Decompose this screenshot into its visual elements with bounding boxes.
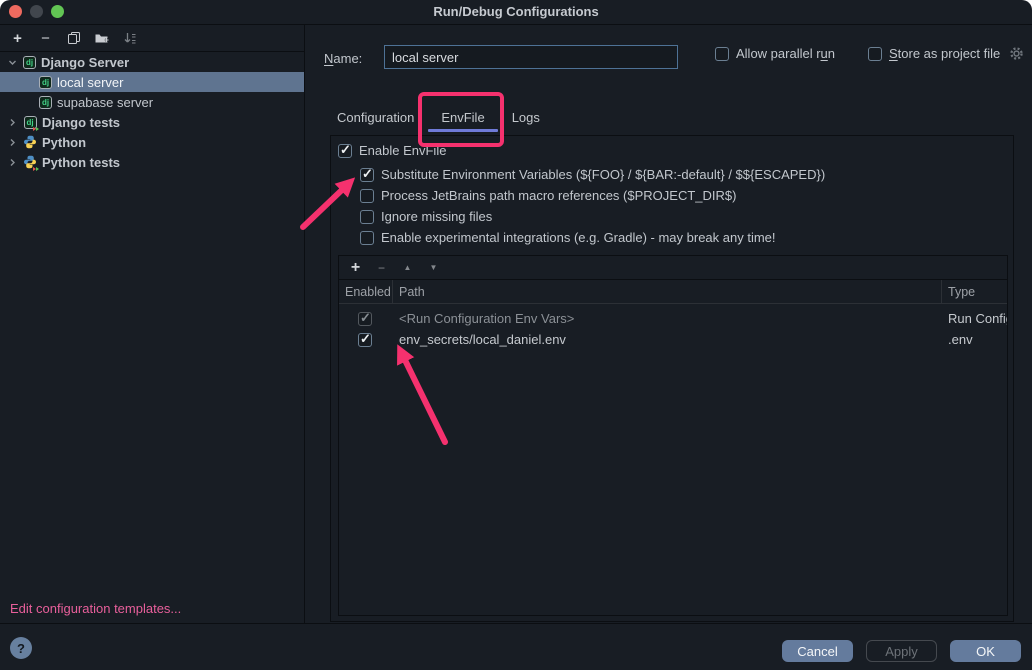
zoom-window-button[interactable] — [51, 5, 64, 18]
new-folder-button[interactable] — [94, 31, 109, 45]
env-files-toolbar: + − ▲ ▼ — [339, 256, 1007, 280]
django-icon: dj — [23, 56, 36, 69]
row-type: Run Config — [942, 311, 1007, 326]
checkbox-box[interactable] — [360, 210, 374, 224]
title-bar: Run/Debug Configurations — [0, 0, 1032, 25]
remove-env-file-button[interactable]: − — [375, 262, 388, 274]
substitute-env-vars-checkbox[interactable]: Substitute Environment Variables (${FOO}… — [360, 167, 825, 182]
checkbox-box[interactable] — [360, 231, 374, 245]
remove-configuration-button[interactable]: − — [38, 31, 53, 46]
sort-az-icon — [123, 31, 137, 45]
env-files-table: + − ▲ ▼ Enabled Path Type <Run Configura… — [338, 255, 1008, 616]
row-enabled-checkbox[interactable] — [358, 333, 372, 347]
checkbox-box[interactable] — [715, 47, 729, 61]
sidebar: + − — [0, 25, 305, 623]
allow-parallel-run-checkbox[interactable]: Allow parallel run — [715, 46, 835, 61]
enable-envfile-checkbox[interactable]: Enable EnvFile — [338, 143, 446, 158]
chevron-right-icon[interactable] — [7, 118, 18, 127]
checkbox-box[interactable] — [360, 189, 374, 203]
python-tests-icon — [23, 155, 37, 169]
chevron-right-icon[interactable] — [7, 158, 18, 167]
minimize-window-button[interactable] — [30, 5, 43, 18]
name-label: Name: — [324, 51, 362, 66]
tree-item-supabase-server[interactable]: dj supabase server — [0, 92, 304, 112]
tree-item-local-server[interactable]: dj local server — [0, 72, 304, 92]
sidebar-toolbar: + − — [0, 25, 304, 52]
checkbox-box[interactable] — [338, 144, 352, 158]
name-input[interactable] — [384, 45, 678, 69]
tab-configuration[interactable]: Configuration — [324, 105, 427, 132]
tab-bar: Configuration EnvFile Logs — [324, 105, 553, 132]
row-path: <Run Configuration Env Vars> — [393, 311, 942, 326]
tree-item-django-server[interactable]: dj Django Server — [0, 52, 304, 72]
edit-templates-link[interactable]: Edit configuration templates... — [10, 601, 181, 616]
move-up-button[interactable]: ▲ — [401, 264, 414, 272]
django-icon: dj — [39, 76, 52, 89]
window-title: Run/Debug Configurations — [0, 0, 1032, 24]
run-debug-configurations-dialog: Run/Debug Configurations + − — [0, 0, 1032, 670]
copy-icon — [67, 31, 81, 45]
column-header-path: Path — [393, 280, 942, 303]
ignore-missing-files-checkbox[interactable]: Ignore missing files — [360, 209, 492, 224]
store-as-project-file-label: Store as project file — [889, 46, 1000, 61]
apply-button[interactable]: Apply — [866, 640, 937, 662]
tree-item-python-tests[interactable]: Python tests — [0, 152, 304, 172]
checkbox-box[interactable] — [360, 168, 374, 182]
column-header-enabled: Enabled — [339, 280, 393, 303]
help-button[interactable]: ? — [10, 637, 32, 659]
envfile-panel: Enable EnvFile Substitute Environment Va… — [330, 135, 1014, 622]
tab-logs[interactable]: Logs — [499, 105, 553, 132]
new-folder-icon — [94, 31, 109, 45]
django-tests-icon: dj — [23, 115, 37, 129]
ok-button[interactable]: OK — [950, 640, 1021, 662]
experimental-integrations-checkbox[interactable]: Enable experimental integrations (e.g. G… — [360, 230, 776, 245]
process-path-macro-checkbox[interactable]: Process JetBrains path macro references … — [360, 188, 736, 203]
allow-parallel-run-label: Allow parallel run — [736, 46, 835, 61]
add-env-file-button[interactable]: + — [349, 260, 362, 276]
copy-configuration-button[interactable] — [66, 31, 81, 45]
sort-configurations-button[interactable] — [122, 31, 137, 45]
tab-envfile[interactable]: EnvFile — [428, 105, 497, 132]
row-enabled-checkbox — [358, 312, 372, 326]
table-header: Enabled Path Type — [339, 280, 1007, 304]
add-configuration-button[interactable]: + — [10, 31, 25, 46]
row-path: env_secrets/local_daniel.env — [393, 332, 942, 347]
python-icon — [23, 135, 37, 149]
configurations-tree: dj Django Server dj local server dj supa… — [0, 52, 304, 172]
cancel-button[interactable]: Cancel — [782, 640, 853, 662]
env-file-row[interactable]: env_secrets/local_daniel.env .env — [339, 329, 1007, 350]
gear-icon[interactable] — [1009, 46, 1024, 61]
django-icon: dj — [39, 96, 52, 109]
env-file-row[interactable]: <Run Configuration Env Vars> Run Config — [339, 308, 1007, 329]
row-type: .env — [942, 332, 1007, 347]
dialog-footer: ? Cancel Apply OK — [0, 623, 1032, 670]
store-as-project-file-checkbox[interactable]: Store as project file — [868, 46, 1024, 61]
configuration-editor: Name: Allow parallel run Store as projec… — [306, 25, 1032, 623]
checkbox-box[interactable] — [868, 47, 882, 61]
tree-item-python[interactable]: Python — [0, 132, 304, 152]
close-window-button[interactable] — [9, 5, 22, 18]
tree-item-django-tests[interactable]: dj Django tests — [0, 112, 304, 132]
move-down-button[interactable]: ▼ — [427, 264, 440, 272]
column-header-type: Type — [942, 280, 1007, 303]
chevron-down-icon[interactable] — [7, 58, 18, 67]
chevron-right-icon[interactable] — [7, 138, 18, 147]
